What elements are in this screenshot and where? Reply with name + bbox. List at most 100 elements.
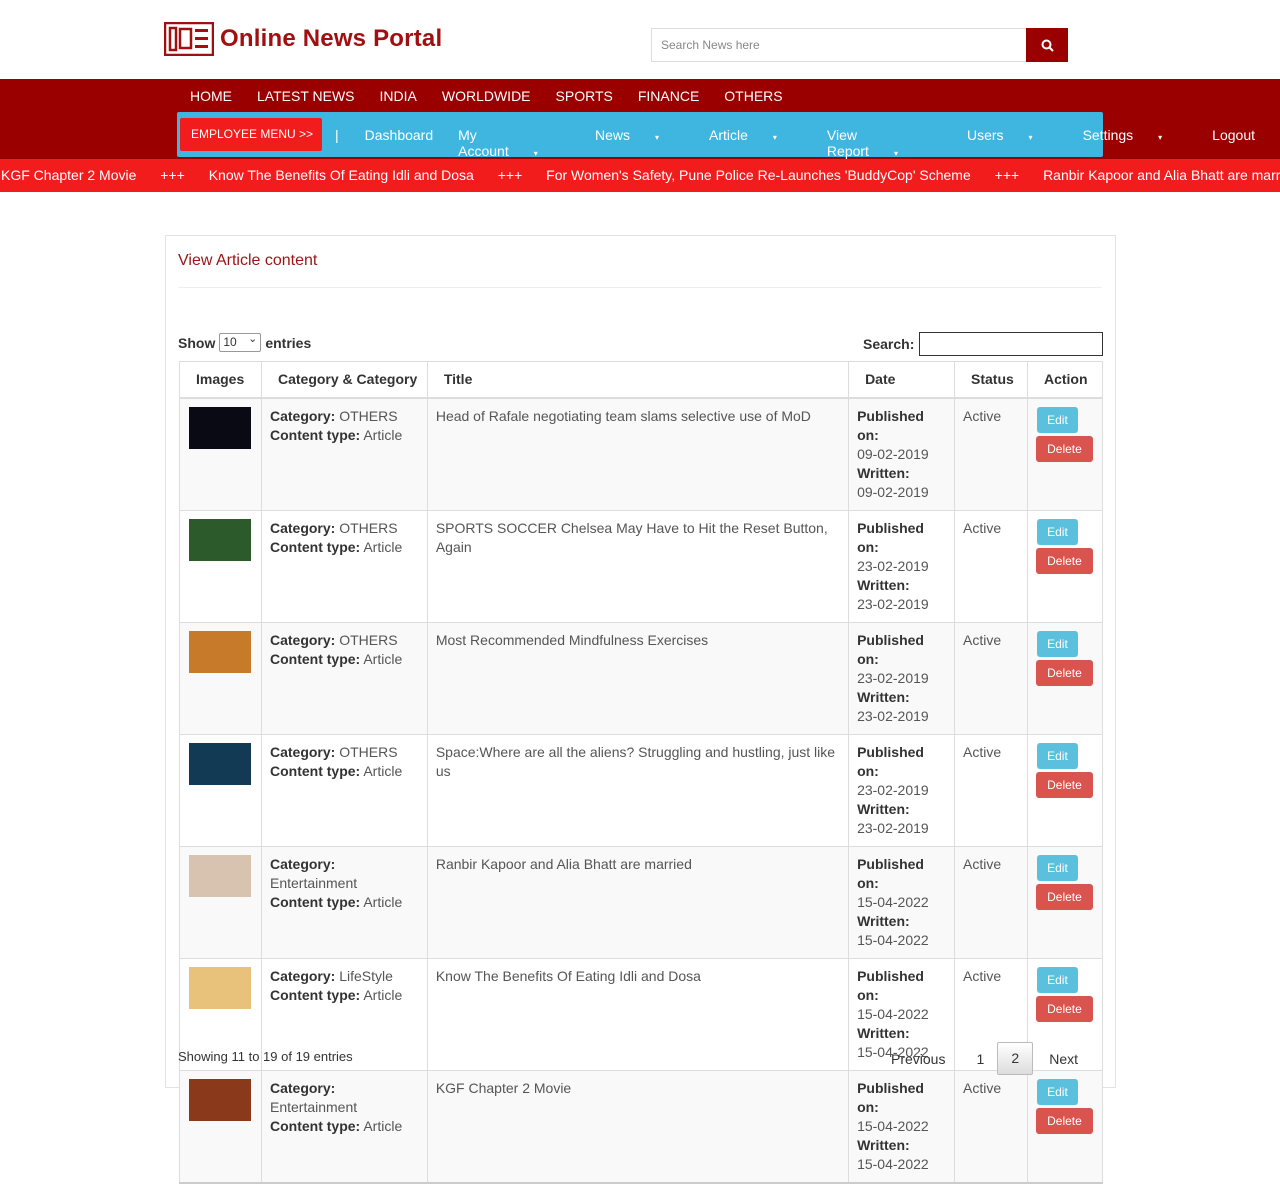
written-date: 09-02-2019 — [857, 483, 929, 500]
menu-dashboard[interactable]: Dashboard — [365, 127, 434, 159]
edit-button[interactable]: Edit — [1036, 1078, 1078, 1105]
action-cell: Edit Delete — [1026, 845, 1104, 959]
title-cell: Head of Rafale negotiating team slams se… — [426, 397, 850, 511]
article-thumbnail[interactable] — [189, 966, 251, 1009]
article-thumbnail[interactable] — [189, 742, 251, 785]
column-header[interactable]: Status — [954, 361, 1028, 399]
category-cell: Category: OTHERS Content type: Article — [260, 733, 428, 847]
table-row: Category: Entertainment Content type: Art… — [179, 845, 1104, 959]
title-cell: Space:Where are all the aliens? Struggli… — [426, 733, 850, 847]
title-cell: Most Recommended Mindfulness Exercises — [426, 621, 850, 735]
article-thumbnail[interactable] — [189, 518, 251, 561]
edit-button[interactable]: Edit — [1036, 630, 1078, 657]
menu-settings[interactable]: Settings ▾ — [1083, 127, 1188, 159]
news-search-input[interactable]: Search News here — [651, 28, 1027, 62]
caret-down-icon: ▾ — [1158, 133, 1163, 142]
pagination: Previous 1 2 Next — [891, 1042, 1078, 1075]
nav-sports[interactable]: SPORTS — [556, 88, 613, 104]
action-cell: Edit Delete — [1026, 509, 1104, 623]
menu-article[interactable]: Article ▾ — [709, 127, 802, 159]
pagination-page-current[interactable]: 2 — [997, 1042, 1034, 1075]
divider — [178, 287, 1102, 288]
caret-down-icon: ▾ — [1028, 133, 1033, 142]
menu-view-report[interactable]: View Report ▾ — [827, 127, 942, 159]
article-thumbnail[interactable] — [189, 854, 251, 897]
category-value: OTHERS — [339, 631, 398, 648]
employee-menu-button[interactable]: EMPLOYEE MENU >> — [180, 118, 322, 151]
nav-latest-news[interactable]: LATEST NEWS — [257, 88, 355, 104]
pagination-previous[interactable]: Previous — [891, 1051, 945, 1067]
published-label: Published on: — [857, 967, 924, 1003]
delete-button[interactable]: Delete — [1035, 435, 1093, 462]
edit-button[interactable]: Edit — [1036, 742, 1078, 769]
content-type-label: Content type: — [269, 650, 361, 667]
article-title: KGF Chapter 2 Movie — [435, 1079, 572, 1096]
content-type-value: Article — [363, 762, 403, 779]
category-value: Entertainment — [269, 874, 358, 891]
edit-button[interactable]: Edit — [1036, 518, 1078, 545]
status-cell: Active — [954, 733, 1028, 847]
category-cell: Category: OTHERS Content type: Article — [260, 509, 428, 623]
ticker-item[interactable]: Ranbir Kapoor and Alia Bhatt are married — [1043, 167, 1280, 183]
menu-my-account[interactable]: My Account ▾ — [458, 127, 570, 159]
article-thumbnail[interactable] — [189, 406, 251, 449]
ticker-item[interactable]: Know The Benefits Of Eating Idli and Dos… — [209, 167, 474, 183]
written-date: 23-02-2019 — [857, 819, 929, 836]
content-type-label: Content type: — [269, 893, 361, 910]
image-cell — [179, 845, 262, 959]
delete-button[interactable]: Delete — [1035, 1107, 1093, 1134]
written-date: 15-04-2022 — [857, 1155, 929, 1172]
edit-button[interactable]: Edit — [1036, 966, 1078, 993]
status-cell: Active — [954, 1069, 1028, 1184]
status-cell: Active — [954, 397, 1028, 511]
article-title: Most Recommended Mindfulness Exercises — [435, 631, 709, 648]
nav-home[interactable]: HOME — [190, 88, 232, 104]
status-cell: Active — [954, 621, 1028, 735]
column-header[interactable]: Action — [1026, 361, 1104, 399]
date-cell: Published on: 15-04-2022 Written: 15-04-202… — [848, 845, 955, 959]
search-button[interactable] — [1026, 28, 1068, 62]
published-date: 09-02-2019 — [857, 445, 929, 462]
menu-news[interactable]: News ▾ — [595, 127, 684, 159]
nav-finance[interactable]: FINANCE — [638, 88, 699, 104]
written-label: Written: — [857, 688, 910, 705]
ticker-item[interactable]: For Women's Safety, Pune Police Re-Launc… — [546, 167, 971, 183]
written-label: Written: — [857, 800, 910, 817]
title-cell: Ranbir Kapoor and Alia Bhatt are married — [426, 845, 850, 959]
article-panel: View Article content Show 10 entries Sea… — [165, 235, 1116, 1184]
site-logo[interactable]: Online News Portal — [164, 22, 442, 56]
delete-button[interactable]: Delete — [1035, 995, 1093, 1022]
nav-india[interactable]: INDIA — [380, 88, 417, 104]
menu-users[interactable]: Users ▾ — [967, 127, 1058, 159]
menu-label: Settings — [1082, 127, 1134, 143]
delete-button[interactable]: Delete — [1035, 659, 1093, 686]
ticker-item[interactable]: KGF Chapter 2 Movie — [1, 167, 136, 183]
column-header[interactable]: Category & Category — [260, 361, 428, 399]
status-cell: Active — [954, 845, 1028, 959]
delete-button[interactable]: Delete — [1035, 547, 1093, 574]
table-search-input[interactable] — [919, 332, 1103, 356]
published-label: Published on: — [857, 407, 924, 443]
pagination-next[interactable]: Next — [1049, 1051, 1078, 1067]
title-cell: SPORTS SOCCER Chelsea May Have to Hit th… — [426, 509, 850, 623]
edit-button[interactable]: Edit — [1036, 406, 1078, 433]
article-title: Ranbir Kapoor and Alia Bhatt are married — [435, 855, 692, 872]
article-thumbnail[interactable] — [189, 1078, 251, 1121]
menu-logout[interactable]: Logout — [1212, 127, 1255, 159]
column-header[interactable]: Date — [848, 361, 955, 399]
delete-button[interactable]: Delete — [1035, 771, 1093, 798]
page-length-select[interactable]: 10 — [219, 331, 262, 352]
edit-button[interactable]: Edit — [1036, 854, 1078, 881]
nav-worldwide[interactable]: WORLDWIDE — [442, 88, 531, 104]
written-label: Written: — [857, 576, 910, 593]
category-label: Category: — [269, 967, 336, 984]
column-header[interactable]: Images — [179, 361, 262, 399]
caret-down-icon: ▾ — [893, 149, 898, 158]
article-thumbnail[interactable] — [189, 630, 251, 673]
category-value: OTHERS — [339, 519, 398, 536]
published-label: Published on: — [857, 519, 924, 555]
pagination-page[interactable]: 1 — [976, 1051, 984, 1067]
column-header[interactable]: Title — [426, 361, 850, 399]
delete-button[interactable]: Delete — [1035, 883, 1093, 910]
nav-others[interactable]: OTHERS — [724, 88, 782, 104]
